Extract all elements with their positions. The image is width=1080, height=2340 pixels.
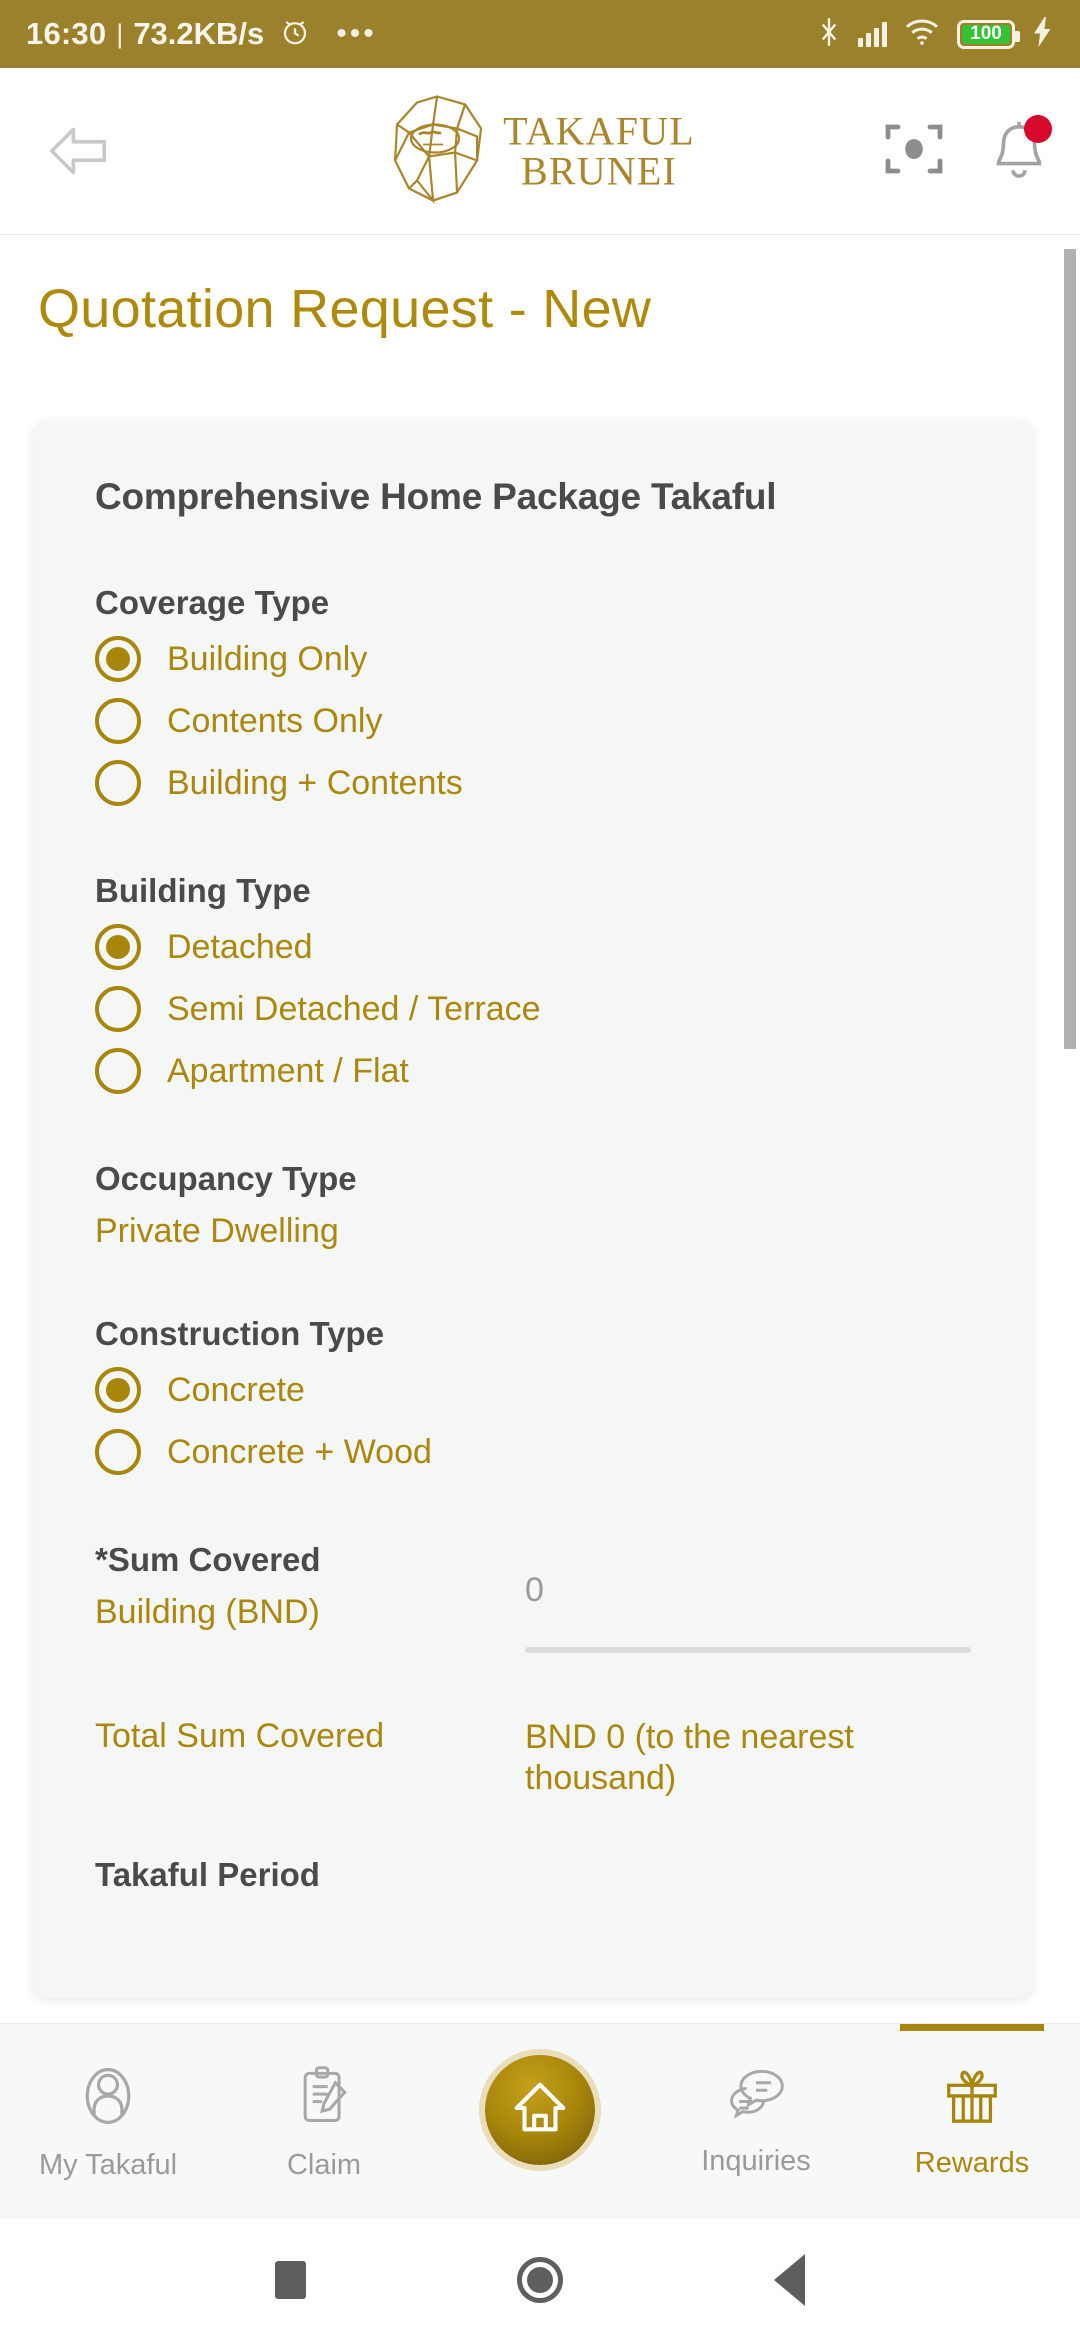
building-bnd-label: Building (BND) (95, 1593, 320, 1631)
radio-option-label: Concrete (167, 1370, 305, 1409)
more-dots-icon: ••• (336, 17, 377, 50)
nav-label: Inquiries (701, 2145, 811, 2177)
building-sum-input[interactable]: 0 (525, 1571, 971, 1627)
square-recents-icon[interactable] (275, 2260, 307, 2299)
construction-type-group: Construction Type Concrete Concrete + Wo… (95, 1315, 971, 1483)
takaful-brunei-emblem-icon (385, 93, 489, 210)
home-icon (509, 2077, 571, 2144)
scan-qr-icon[interactable] (882, 117, 946, 186)
back-button[interactable] (30, 103, 126, 199)
sum-covered-row: *Sum Covered Building (BND) 0 (95, 1541, 971, 1653)
occupancy-type-value[interactable]: Private Dwelling (95, 1212, 971, 1251)
radio-option-label: Contents Only (167, 701, 383, 740)
radio-option-label: Detached (167, 927, 313, 966)
occupancy-type-group: Occupancy Type Private Dwelling (95, 1160, 971, 1251)
radio-option-building-plus-contents[interactable]: Building + Contents (95, 752, 971, 814)
nav-item-my-takaful[interactable]: My Takaful (0, 2024, 216, 2182)
wifi-icon (904, 18, 940, 51)
status-bar-right: 100 (817, 16, 1054, 52)
radio-button-selected-icon[interactable] (95, 924, 141, 970)
notification-bell-button[interactable] (990, 115, 1052, 183)
group-label: Coverage Type (95, 584, 330, 621)
radio-option-label: Building + Contents (167, 763, 463, 802)
radio-button-icon[interactable] (95, 1048, 141, 1094)
home-fab-button[interactable] (485, 2055, 595, 2165)
battery-indicator: 100 (957, 19, 1020, 49)
card-title: Comprehensive Home Package Takaful (95, 476, 777, 517)
radio-button-icon[interactable] (95, 986, 141, 1032)
total-sum-covered-value: BND 0 (to the nearest thousand) (525, 1718, 854, 1798)
battery-percent: 100 (970, 23, 1002, 44)
group-label: Construction Type (95, 1315, 385, 1352)
nav-item-inquiries[interactable]: Inquiries (648, 2024, 864, 2178)
triangle-back-icon[interactable] (773, 2253, 805, 2306)
radio-option-building-only[interactable]: Building Only (95, 628, 971, 690)
clock-time: 16:30 (26, 16, 107, 51)
radio-option-label: Building Only (167, 639, 368, 678)
radio-option-concrete[interactable]: Concrete (95, 1359, 971, 1421)
status-separator: | (116, 18, 124, 49)
radio-button-icon[interactable] (95, 698, 141, 744)
group-label: Building Type (95, 872, 311, 909)
brand-wordmark: TAKAFUL BRUNEI (503, 111, 695, 191)
brand-line-1: TAKAFUL (503, 108, 695, 153)
total-sum-covered-label: Total Sum Covered (95, 1717, 385, 1755)
circle-home-icon[interactable] (516, 2256, 563, 2303)
radio-button-icon[interactable] (95, 760, 141, 806)
radio-button-icon[interactable] (95, 1429, 141, 1475)
notification-badge (1024, 115, 1052, 143)
status-bar: 16:30 | 73.2KB/s ••• 100 (0, 0, 1080, 68)
radio-option-label: Apartment / Flat (167, 1051, 409, 1090)
building-sum-field-wrap[interactable]: 0 (525, 1541, 971, 1653)
radio-option-detached[interactable]: Detached (95, 916, 971, 978)
user-profile-icon (77, 2064, 139, 2133)
active-tab-indicator (900, 2024, 1044, 2031)
clipboard-pen-icon (295, 2064, 353, 2133)
radio-option-concrete-plus-wood[interactable]: Concrete + Wood (95, 1421, 971, 1483)
radio-option-label: Concrete + Wood (167, 1432, 432, 1471)
status-bar-left: 16:30 | 73.2KB/s ••• (26, 16, 377, 52)
chat-bubbles-icon (724, 2064, 788, 2129)
sum-covered-label: *Sum Covered (95, 1541, 321, 1578)
brand-line-2: BRUNEI (520, 148, 678, 193)
radio-option-label: Semi Detached / Terrace (167, 989, 541, 1028)
alarm-clock-icon (280, 17, 310, 52)
nav-label: Rewards (914, 2147, 1030, 2179)
gift-box-icon (941, 2064, 1003, 2131)
radio-option-contents-only[interactable]: Contents Only (95, 690, 971, 752)
takaful-period-label-cutoff: Takaful Period (95, 1855, 320, 1893)
nav-label: My Takaful (38, 2149, 178, 2181)
occupancy-type-label: Occupancy Type (95, 1160, 357, 1197)
signal-bars-icon (858, 21, 887, 47)
bluetooth-icon (817, 17, 841, 52)
total-sum-covered-row: Total Sum Covered BND 0 (to the nearest … (95, 1717, 971, 1800)
charging-bolt-icon (1032, 16, 1054, 52)
network-speed: 73.2KB/s (133, 16, 265, 51)
radio-button-selected-icon[interactable] (95, 1367, 141, 1413)
scroll-container[interactable]: Comprehensive Home Package Takaful Cover… (0, 243, 1080, 2028)
app-header: TAKAFUL BRUNEI (0, 68, 1080, 235)
radio-button-selected-icon[interactable] (95, 636, 141, 682)
building-type-group: Building Type Detached Semi Detached / T… (95, 872, 971, 1102)
nav-item-claim[interactable]: Claim (216, 2024, 432, 2182)
brand-logo: TAKAFUL BRUNEI (385, 93, 695, 210)
vertical-scrollbar[interactable] (1064, 249, 1076, 1049)
coverage-type-group: Coverage Type Building Only Contents Onl… (95, 584, 971, 814)
nav-label: Claim (286, 2149, 362, 2181)
sum-covered-labels: *Sum Covered Building (BND) (95, 1541, 525, 1632)
quotation-form-card: Comprehensive Home Package Takaful Cover… (33, 420, 1033, 1998)
radio-option-apartment-flat[interactable]: Apartment / Flat (95, 1040, 971, 1102)
header-actions (882, 115, 1052, 186)
nav-item-rewards[interactable]: Rewards (864, 2024, 1080, 2180)
phone-screen: 16:30 | 73.2KB/s ••• 100 TAKAFUL BRUNEI … (0, 0, 1080, 2340)
input-underline (525, 1647, 971, 1653)
radio-option-semi-detached-terrace[interactable]: Semi Detached / Terrace (95, 978, 971, 1040)
android-system-nav (0, 2219, 1080, 2340)
